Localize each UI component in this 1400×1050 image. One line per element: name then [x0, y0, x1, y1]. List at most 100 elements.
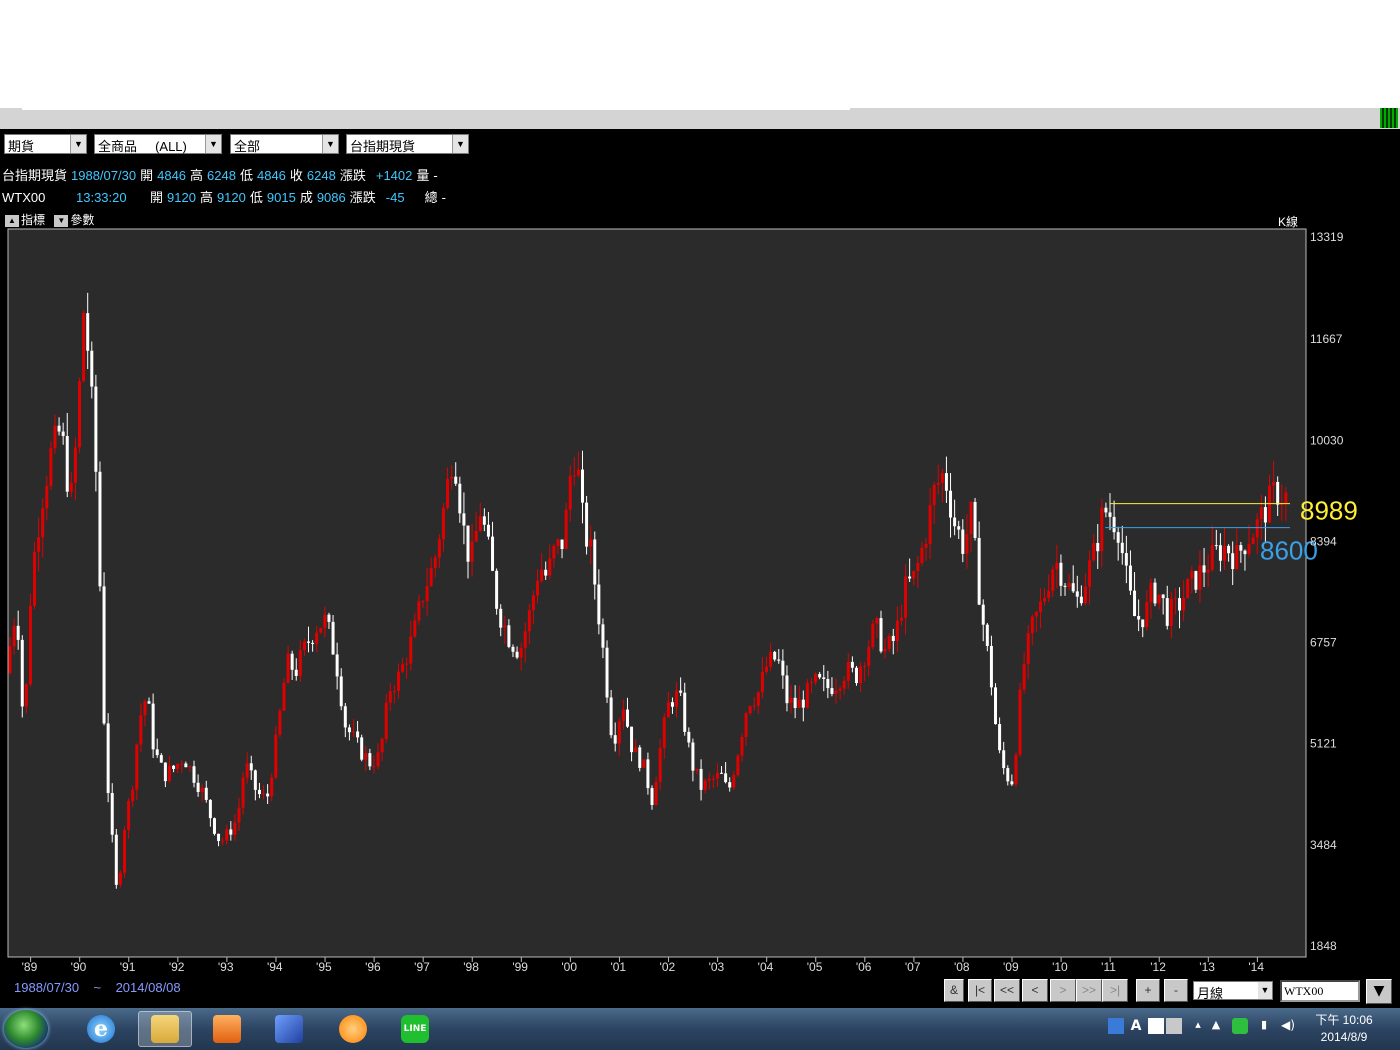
candle-body [437, 539, 441, 558]
show-hidden-icons[interactable]: ▲ [1208, 1018, 1224, 1034]
page-forward-button[interactable]: >> [1076, 979, 1102, 1002]
candle-body [217, 833, 221, 841]
x-tick-label: '94 [267, 960, 283, 974]
first-button[interactable]: |< [968, 979, 992, 1002]
contract-select-value: 台指期現貨 [350, 139, 416, 154]
volume-value: - [441, 190, 446, 205]
taskbar-app-media[interactable] [200, 1011, 254, 1047]
candle-body [785, 675, 789, 704]
group-select[interactable]: 全部 ▼ [230, 134, 339, 154]
candle-body [662, 717, 666, 748]
candle-body [16, 625, 20, 640]
chevron-down-icon[interactable]: ▼ [452, 135, 468, 153]
network-icon[interactable]: ▮ [1256, 1018, 1272, 1034]
taskbar-app-orange[interactable] [326, 1011, 380, 1047]
candle-body [1231, 553, 1235, 570]
candle-body [302, 641, 306, 651]
zoom-in-button[interactable]: + [1136, 979, 1160, 1002]
candle-body [859, 666, 863, 684]
candle-body [176, 763, 180, 769]
candle-body [94, 386, 98, 472]
ime-a-icon[interactable]: A [1128, 1018, 1144, 1034]
tray-window-icon[interactable] [1148, 1018, 1164, 1034]
candle-body [233, 822, 237, 835]
volume-icon[interactable]: ◀) [1280, 1018, 1296, 1034]
tray-small-icon[interactable]: ▴ [1190, 1018, 1206, 1034]
market-select[interactable]: 期貨 ▼ [4, 134, 87, 154]
x-tick-label: '98 [463, 960, 479, 974]
candle-body [969, 501, 973, 535]
taskbar-app-ie[interactable]: e [74, 1011, 128, 1047]
prev-button[interactable]: < [1022, 979, 1048, 1002]
candle-body [769, 651, 773, 667]
symbol-input[interactable]: WTX00 [1280, 980, 1360, 1002]
candle-body [1210, 545, 1214, 571]
x-tick-label: '89 [22, 960, 38, 974]
candle-body [1161, 594, 1165, 599]
chevron-down-icon[interactable]: ▼ [70, 135, 86, 153]
candle-body [822, 677, 826, 680]
candle-body [1198, 565, 1202, 590]
chevron-down-icon[interactable]: ▼ [1258, 982, 1272, 999]
taskbar-app-line[interactable]: LINE [388, 1011, 442, 1047]
zoom-out-button[interactable]: - [1164, 979, 1188, 1002]
candle-body [1124, 553, 1128, 566]
trading-app-icon [275, 1015, 303, 1043]
candle-body [552, 546, 556, 559]
last-button[interactable]: >| [1102, 979, 1128, 1002]
candle-body [703, 780, 707, 790]
system-clock[interactable]: 下午 10:06 2014/8/9 [1312, 1012, 1376, 1046]
candle-body [270, 777, 274, 797]
period-select[interactable]: 月線 ▼ [1193, 981, 1273, 1001]
taskbar-app-trading[interactable] [262, 1011, 316, 1047]
candle-body [458, 483, 462, 514]
candle-body [409, 636, 413, 664]
chart-panel [7, 228, 1307, 958]
next-button[interactable]: > [1050, 979, 1076, 1002]
y-tick-label: 1848 [1310, 939, 1337, 953]
x-tick-label: '03 [709, 960, 725, 974]
x-tick-label: '99 [512, 960, 528, 974]
high-label: 高 [199, 190, 213, 205]
candle-body [875, 618, 879, 624]
taskbar-app-explorer[interactable] [138, 1011, 192, 1047]
candle-body [1108, 512, 1112, 517]
contract-select[interactable]: 台指期現貨 ▼ [346, 134, 469, 154]
candle-body [585, 502, 589, 547]
dropdown-arrow-icon[interactable]: ▼ [1366, 979, 1392, 1004]
candle-body [1169, 598, 1173, 626]
candle-body [883, 648, 887, 652]
candle-body [580, 469, 584, 503]
quote-name: 台指期現貨 [2, 168, 68, 183]
tray-keyboard-icon[interactable] [1166, 1018, 1182, 1034]
candle-body [57, 425, 61, 432]
candle-body [801, 699, 805, 708]
chevron-down-icon[interactable]: ▼ [205, 135, 221, 153]
candle-body [654, 781, 658, 805]
candle-body [670, 702, 674, 707]
clock-time: 下午 10:06 [1315, 1013, 1373, 1027]
candle-body [540, 569, 544, 581]
candle-body [998, 724, 1002, 751]
candle-body [73, 447, 77, 483]
candle-body [257, 789, 261, 795]
start-button[interactable] [4, 1010, 48, 1048]
y-axis: 13319 11667 10030 8394 6757 5121 3484 1848 [1310, 230, 1344, 953]
candle-body [1133, 590, 1137, 617]
candle-body [396, 671, 400, 691]
open-value: 9120 [167, 190, 196, 205]
tray-line-icon[interactable] [1232, 1018, 1248, 1034]
candle-body [728, 782, 732, 788]
candle-body [298, 650, 302, 676]
product-select[interactable]: 全商品 (ALL) ▼ [94, 134, 222, 154]
candle-body [773, 651, 777, 660]
candle-body [151, 703, 155, 750]
ampersand-button[interactable]: & [944, 979, 964, 1002]
tray-app-icon[interactable] [1108, 1018, 1124, 1034]
chevron-down-icon[interactable]: ▼ [322, 135, 338, 153]
high-value: 6248 [207, 168, 236, 183]
candle-body [949, 490, 953, 518]
price-chart[interactable]: 89898600 1331911667100308394675751213484… [0, 224, 1400, 974]
change-label: 漲跌 [339, 168, 366, 183]
page-back-button[interactable]: << [994, 979, 1020, 1002]
